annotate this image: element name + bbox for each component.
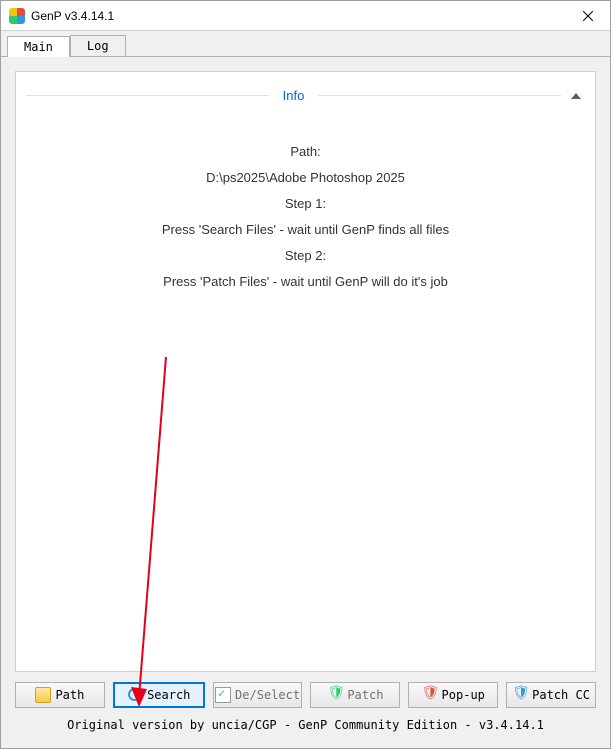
patchcc-button[interactable]: Patch CC xyxy=(506,682,596,708)
folder-icon xyxy=(35,687,51,703)
path-value: D:\ps2025\Adobe Photoshop 2025 xyxy=(36,165,575,191)
patchcc-button-label: Patch CC xyxy=(532,688,590,702)
checkbox-icon xyxy=(215,687,231,703)
search-icon xyxy=(127,687,143,703)
button-row: Path Search De/Select Patch Pop-up Patch… xyxy=(15,672,596,714)
tab-bar: Main Log xyxy=(1,31,610,57)
info-header[interactable]: Info xyxy=(16,82,595,109)
app-icon xyxy=(9,8,25,24)
info-title: Info xyxy=(269,88,319,103)
shield-red-icon xyxy=(422,687,438,703)
tab-log[interactable]: Log xyxy=(70,35,126,56)
info-body: Path: D:\ps2025\Adobe Photoshop 2025 Ste… xyxy=(16,109,595,305)
tab-main[interactable]: Main xyxy=(7,36,70,57)
close-button[interactable] xyxy=(565,1,610,31)
popup-button-label: Pop-up xyxy=(442,688,485,702)
path-button-label: Path xyxy=(55,688,84,702)
popup-button[interactable]: Pop-up xyxy=(408,682,498,708)
step2-label: Step 2: xyxy=(36,243,575,269)
footer-text: Original version by uncia/CGP - GenP Com… xyxy=(15,714,596,734)
chevron-up-icon xyxy=(571,93,581,99)
step2-text: Press 'Patch Files' - wait until GenP wi… xyxy=(36,269,575,295)
step1-label: Step 1: xyxy=(36,191,575,217)
info-panel: Info Path: D:\ps2025\Adobe Photoshop 202… xyxy=(15,71,596,672)
app-window: GenP v3.4.14.1 Main Log Info Path: D:\ps… xyxy=(0,0,611,749)
step1-text: Press 'Search Files' - wait until GenP f… xyxy=(36,217,575,243)
close-icon xyxy=(583,11,593,21)
deselect-button[interactable]: De/Select xyxy=(213,682,303,708)
deselect-button-label: De/Select xyxy=(235,688,300,702)
search-button-label: Search xyxy=(147,688,190,702)
patch-button[interactable]: Patch xyxy=(310,682,400,708)
content-area: Info Path: D:\ps2025\Adobe Photoshop 202… xyxy=(1,57,610,748)
search-button[interactable]: Search xyxy=(113,682,205,708)
path-label: Path: xyxy=(36,139,575,165)
path-button[interactable]: Path xyxy=(15,682,105,708)
shield-blue-icon xyxy=(512,687,528,703)
shield-green-icon xyxy=(327,687,343,703)
titlebar: GenP v3.4.14.1 xyxy=(1,1,610,31)
window-title: GenP v3.4.14.1 xyxy=(31,9,114,23)
patch-button-label: Patch xyxy=(347,688,383,702)
